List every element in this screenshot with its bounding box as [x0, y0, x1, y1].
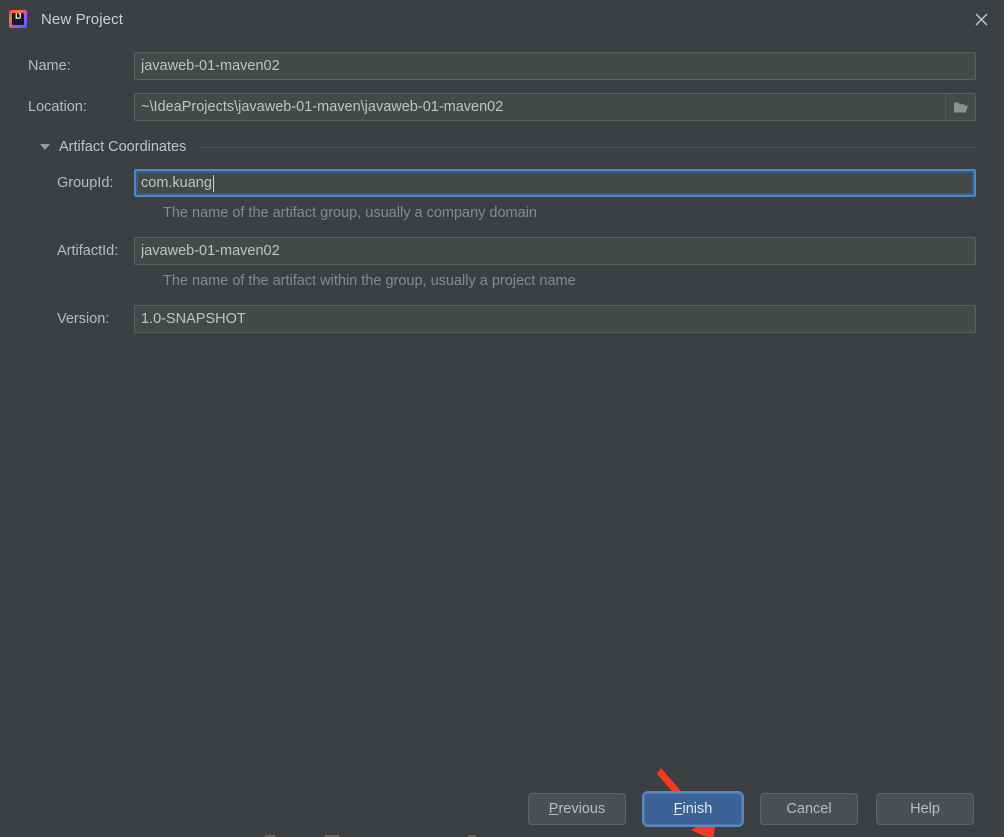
artifactid-input[interactable]: javaweb-01-maven02	[134, 237, 976, 265]
version-row: Version: 1.0-SNAPSHOT	[28, 305, 976, 333]
version-value: 1.0-SNAPSHOT	[141, 311, 246, 327]
artifactid-label: ArtifactId:	[57, 243, 119, 259]
groupid-row: GroupId: com.kuang	[28, 169, 976, 197]
version-input[interactable]: 1.0-SNAPSHOT	[134, 305, 976, 333]
finish-button[interactable]: Finish	[644, 793, 742, 825]
close-icon[interactable]	[958, 0, 1004, 38]
help-button-label: Help	[910, 801, 940, 817]
location-label: Location:	[28, 99, 87, 115]
artifactid-hint: The name of the artifact within the grou…	[163, 273, 576, 289]
name-row: Name: javaweb-01-maven02	[28, 52, 976, 80]
text-caret	[212, 174, 214, 192]
artifactid-value: javaweb-01-maven02	[141, 243, 280, 259]
chevron-down-icon[interactable]	[40, 144, 50, 150]
project-form: Name: javaweb-01-maven02 Location: ~\Ide…	[0, 38, 1004, 837]
help-button[interactable]: Help	[876, 793, 974, 825]
cancel-button[interactable]: Cancel	[760, 793, 858, 825]
groupid-hint: The name of the artifact group, usually …	[163, 205, 537, 221]
location-value: ~\IdeaProjects\javaweb-01-maven\javaweb-…	[141, 99, 504, 115]
dialog-title: New Project	[41, 10, 123, 28]
version-label: Version:	[57, 311, 110, 327]
location-row: Location: ~\IdeaProjects\javaweb-01-mave…	[28, 93, 976, 121]
location-input[interactable]: ~\IdeaProjects\javaweb-01-maven\javaweb-…	[134, 93, 976, 121]
dialog-titlebar: IJ New Project	[0, 0, 1004, 38]
finish-button-label: inish	[682, 801, 713, 817]
previous-button-mnemonic: P	[548, 801, 559, 817]
artifact-coordinates-label: Artifact Coordinates	[59, 139, 187, 155]
name-input[interactable]: javaweb-01-maven02	[134, 52, 976, 80]
artifact-coordinates-section-header[interactable]: Artifact Coordinates	[28, 139, 976, 155]
section-divider	[198, 146, 976, 148]
previous-button-label: revious	[558, 801, 606, 817]
name-value: javaweb-01-maven02	[141, 58, 280, 74]
folder-icon[interactable]	[945, 94, 975, 120]
previous-button[interactable]: Previous	[528, 793, 626, 825]
dialog-button-bar: Previous Finish Cancel Help	[0, 793, 1004, 825]
groupid-label: GroupId:	[57, 175, 114, 191]
new-project-dialog: IJ New Project Name: javaweb-01-maven02 …	[0, 0, 1004, 837]
intellij-idea-icon: IJ	[9, 10, 27, 28]
cancel-button-label: Cancel	[786, 801, 832, 817]
groupid-input[interactable]: com.kuang	[134, 169, 976, 197]
artifactid-row: ArtifactId: javaweb-01-maven02	[28, 237, 976, 265]
finish-button-mnemonic: F	[673, 801, 683, 817]
name-label: Name:	[28, 58, 71, 74]
groupid-value: com.kuang	[141, 175, 212, 191]
icon-label: IJ	[15, 12, 21, 21]
